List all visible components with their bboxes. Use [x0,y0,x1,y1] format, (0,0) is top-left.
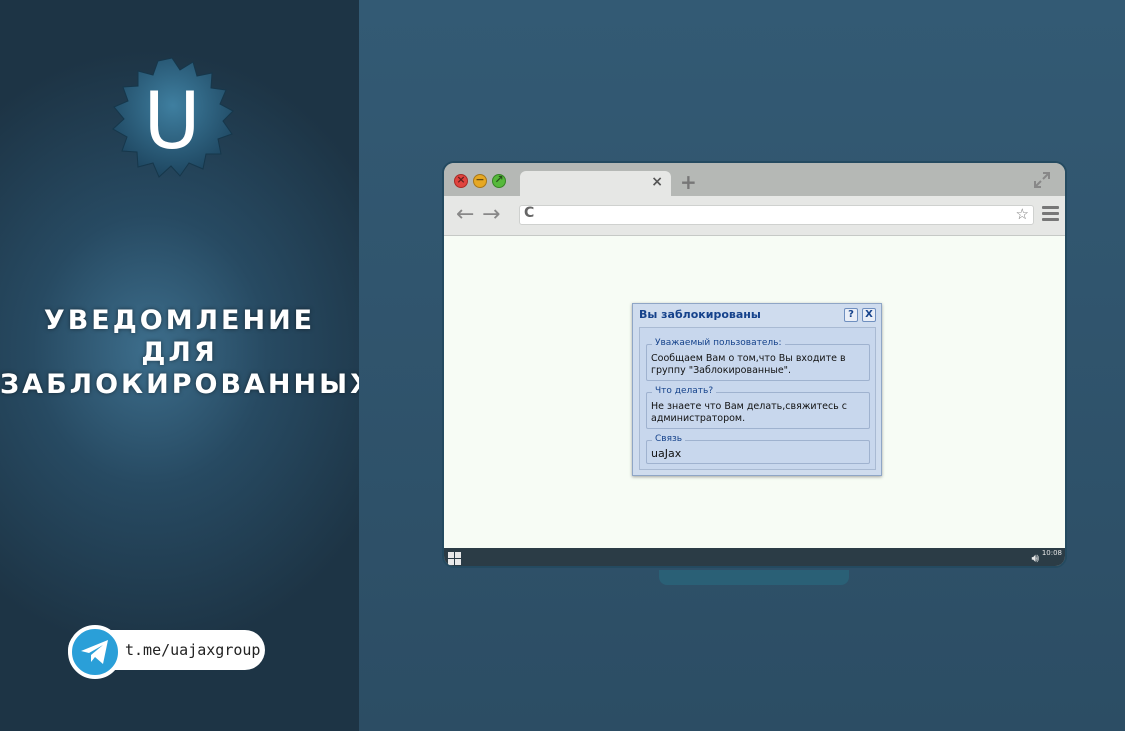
logo-badge-icon: U [112,57,234,178]
back-arrow-icon[interactable]: ← [456,202,474,227]
promo-title-line-3: ЗАБЛОКИРОВАННЫХ [0,369,374,400]
bookmark-star-icon[interactable]: ☆ [1016,205,1029,223]
speaker-icon[interactable]: 🔊︎ [1031,551,1039,566]
telegram-link-text[interactable]: t.me/uajaxgroup [125,641,260,659]
promo-title-line-2: ДЛЯ [141,337,218,368]
tab-bar: × − ↗ × + [444,163,1065,196]
logo-letter: U [143,77,200,167]
new-tab-button[interactable]: + [680,170,697,194]
dialog-close-button[interactable]: X [862,308,876,322]
blocked-dialog: Вы заблокированы ? X Уважаемый пользоват… [632,303,882,476]
maximize-window-button[interactable]: ↗ [492,173,506,188]
menu-icon[interactable] [1042,206,1059,224]
address-bar[interactable]: C ☆ [519,205,1034,225]
browser-toolbar: ← → C ☆ [444,196,1065,236]
monitor-stand [659,570,849,585]
fullscreen-icon[interactable] [1033,171,1051,189]
promo-panel: U УВЕДОМЛЕНИЕ ДЛЯ ЗАБЛОКИРОВАННЫХ t.me/u… [0,0,374,731]
forward-arrow-icon[interactable]: → [482,202,500,227]
contact-text: uaJax [651,447,682,460]
section-what-to-do: Что делать? Не знаете что Вам делать,свя… [646,386,870,429]
close-window-button[interactable]: × [454,173,468,188]
dialog-title: Вы заблокированы [639,308,761,321]
taskbar: 🔊︎ 10:08 [444,548,1065,566]
promo-title: УВЕДОМЛЕНИЕ ДЛЯ ЗАБЛОКИРОВАННЫХ [0,305,374,401]
taskbar-clock: 10:08 [1041,549,1062,557]
windows-icon[interactable] [448,552,462,566]
telegram-icon[interactable] [68,625,122,679]
reload-icon[interactable]: C [524,205,534,221]
section-legend: Что делать? [652,386,717,396]
help-button[interactable]: ? [844,308,858,322]
promo-title-line-1: УВЕДОМЛЕНИЕ [43,305,316,336]
tab-close-icon[interactable]: × [651,174,663,190]
section-text: Не знаете что Вам делать,свяжитесь с адм… [651,401,848,424]
browser-tab[interactable]: × [520,171,671,196]
section-greeting: Уважаемый пользователь: Сообщаем Вам о т… [646,338,870,381]
section-legend: Уважаемый пользователь: [652,338,785,348]
section-contact: Связь uaJax [646,434,870,464]
minimize-window-button[interactable]: − [473,173,487,188]
dialog-body: Уважаемый пользователь: Сообщаем Вам о т… [639,327,876,470]
section-text: Сообщаем Вам о том,что Вы входите в груп… [651,353,846,376]
section-legend: Связь [652,434,686,444]
